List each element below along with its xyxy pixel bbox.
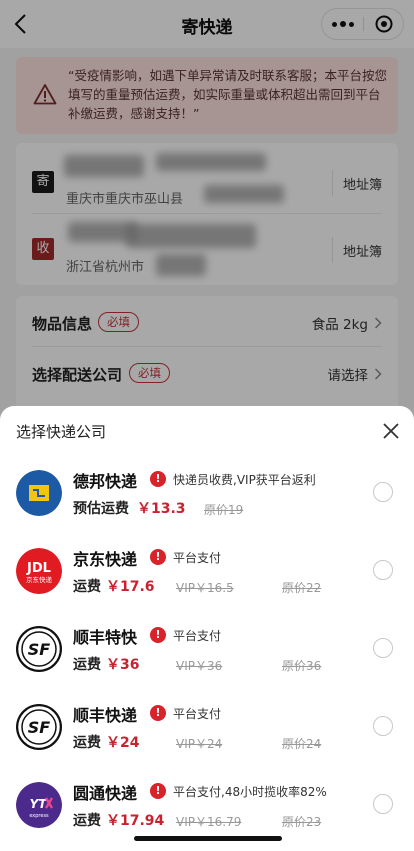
courier-radio[interactable] xyxy=(373,794,393,814)
vip-price: VIP￥24 xyxy=(176,737,223,751)
fee-amount: ￥13.3 xyxy=(137,501,186,517)
fee-label: 运费 xyxy=(73,735,101,751)
svg-text:YT: YT xyxy=(30,797,48,811)
original-price: 原价36 xyxy=(282,659,322,673)
fee-label: 运费 xyxy=(73,579,101,595)
info-alert-icon[interactable]: ! xyxy=(150,549,166,565)
yto-logo: YT express xyxy=(16,782,62,828)
sheet-title: 选择快递公司 xyxy=(16,423,107,441)
svg-text:SF: SF xyxy=(28,718,51,737)
home-indicator[interactable] xyxy=(134,836,282,841)
courier-option-sf-express[interactable]: SF 顺丰特快 ! 平台支付 运费 ￥36 VIP￥36 原价36 xyxy=(0,618,414,696)
courier-note: 平台支付 xyxy=(173,551,222,565)
fee-label: 运费 xyxy=(73,657,101,673)
courier-option-deppon[interactable]: 德邦快递 ! 快递员收费,VIP获平台返利 预估运费 ￥13.3 原价19 xyxy=(0,462,414,540)
courier-option-sf[interactable]: SF 顺丰快递 ! 平台支付 运费 ￥24 VIP￥24 原价24 xyxy=(0,696,414,774)
original-price: 原价22 xyxy=(282,581,322,595)
courier-name: 顺丰快递 xyxy=(73,706,138,725)
original-price: 原价19 xyxy=(204,503,244,517)
courier-note: 快递员收费,VIP获平台返利 xyxy=(173,473,316,487)
courier-note: 平台支付,48小时揽收率82% xyxy=(173,785,327,799)
courier-name: 京东快递 xyxy=(73,550,138,569)
original-price: 原价24 xyxy=(282,737,322,751)
info-alert-icon[interactable]: ! xyxy=(150,783,166,799)
svg-text:JDL: JDL xyxy=(26,561,51,576)
courier-note: 平台支付 xyxy=(173,707,222,721)
courier-name: 顺丰特快 xyxy=(73,628,138,647)
courier-name: 圆通快递 xyxy=(73,784,138,803)
courier-picker-sheet: 选择快递公司 德邦快递 ! 快递员收费,VIP获平台返利 预估运费 ￥13.3 … xyxy=(0,406,414,851)
vip-price: VIP￥16.5 xyxy=(176,581,234,595)
info-alert-icon[interactable]: ! xyxy=(150,471,166,487)
courier-option-jd[interactable]: JDL 京东快递 京东快递 ! 平台支付 运费 ￥17.6 VIP￥16.5 原… xyxy=(0,540,414,618)
sf-logo: SF xyxy=(16,704,62,750)
deppon-logo xyxy=(16,470,62,516)
sf-logo: SF xyxy=(16,626,62,672)
svg-text:express: express xyxy=(29,813,49,819)
close-icon[interactable] xyxy=(382,422,400,440)
courier-radio[interactable] xyxy=(373,716,393,736)
vip-price: VIP￥36 xyxy=(176,659,223,673)
vip-price: VIP￥16.79 xyxy=(176,815,242,829)
jdl-logo: JDL 京东快递 xyxy=(16,548,62,594)
fee-amount: ￥17.6 xyxy=(106,579,155,595)
fee-label: 运费 xyxy=(73,813,101,829)
fee-amount: ￥17.94 xyxy=(106,813,165,829)
info-alert-icon[interactable]: ! xyxy=(150,627,166,643)
fee-label: 预估运费 xyxy=(73,501,129,517)
svg-text:京东快递: 京东快递 xyxy=(26,575,53,584)
fee-amount: ￥24 xyxy=(106,735,140,751)
courier-radio[interactable] xyxy=(373,638,393,658)
original-price: 原价23 xyxy=(282,815,322,829)
fee-amount: ￥36 xyxy=(106,657,140,673)
courier-note: 平台支付 xyxy=(173,629,222,643)
svg-text:SF: SF xyxy=(28,640,51,659)
courier-radio[interactable] xyxy=(373,560,393,580)
courier-name: 德邦快递 xyxy=(73,472,138,491)
info-alert-icon[interactable]: ! xyxy=(150,705,166,721)
courier-radio[interactable] xyxy=(373,482,393,502)
